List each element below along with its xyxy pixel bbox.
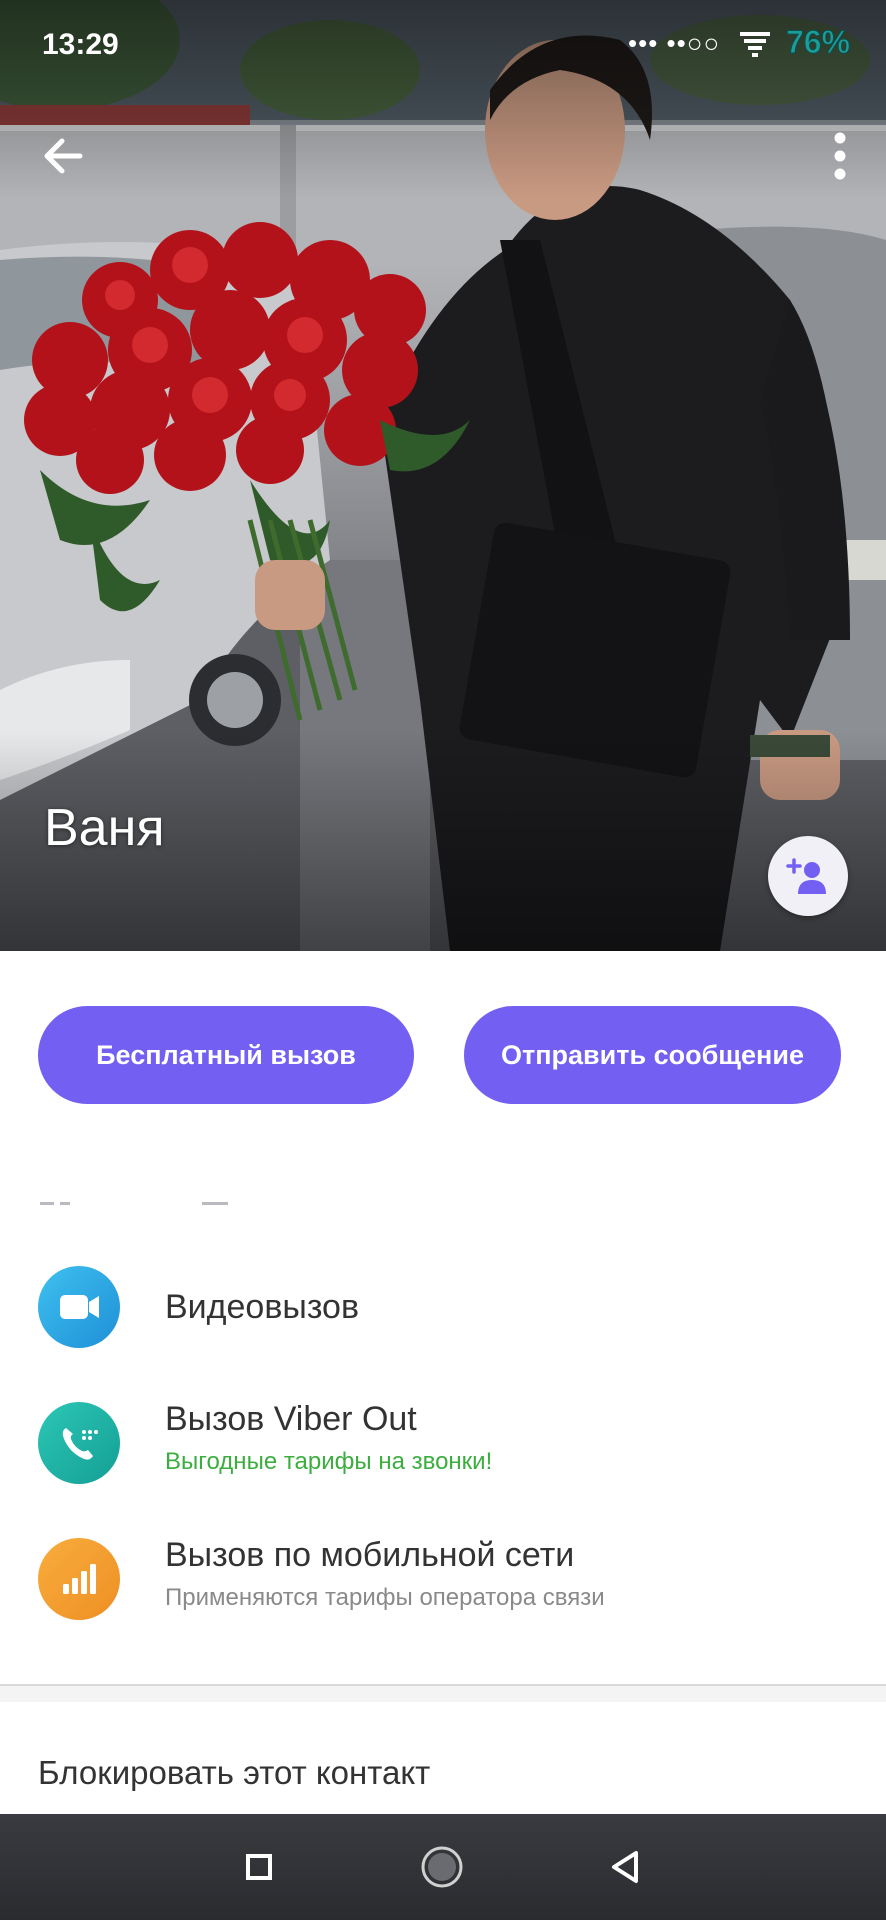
home-button[interactable] bbox=[409, 1834, 475, 1900]
system-navigation-bar bbox=[0, 1814, 886, 1920]
mobile-call-title: Вызов по мобильной сети bbox=[165, 1536, 575, 1574]
circle-icon bbox=[421, 1846, 463, 1888]
status-time: 13:29 bbox=[42, 28, 119, 61]
contact-photo-header: 13:29 ••• ••○○ 76% Ваня bbox=[0, 0, 886, 951]
wifi-icon bbox=[740, 32, 770, 57]
video-call-icon-circle bbox=[38, 1266, 120, 1348]
add-person-icon bbox=[786, 858, 826, 894]
mobile-call-row[interactable]: Вызов по мобильной сети Применяются тари… bbox=[0, 1518, 886, 1638]
mobile-call-icon-circle bbox=[38, 1538, 120, 1620]
phone-ring-icon bbox=[62, 1428, 98, 1460]
viber-out-subtitle: Выгодные тарифы на звонки! bbox=[165, 1448, 493, 1475]
more-vertical-icon bbox=[834, 132, 846, 180]
block-contact-button[interactable]: Блокировать этот контакт bbox=[38, 1754, 430, 1792]
viber-out-row[interactable]: Вызов Viber Out Выгодные тарифы на звонк… bbox=[0, 1382, 886, 1502]
square-icon bbox=[246, 1854, 272, 1880]
arrow-left-icon bbox=[44, 138, 83, 174]
battery-level: 76% bbox=[785, 24, 851, 61]
more-options-button[interactable] bbox=[820, 126, 860, 186]
free-call-button[interactable]: Бесплатный вызов bbox=[38, 1006, 414, 1104]
section-divider-band bbox=[0, 1686, 886, 1702]
recents-button[interactable] bbox=[226, 1834, 292, 1900]
nav-back-button[interactable] bbox=[592, 1834, 658, 1900]
send-message-button[interactable]: Отправить сообщение bbox=[464, 1006, 841, 1104]
video-call-title: Видеовызов bbox=[165, 1288, 360, 1326]
mobile-call-subtitle: Применяются тарифы оператора связи bbox=[165, 1584, 605, 1611]
viber-out-icon-circle bbox=[38, 1402, 120, 1484]
video-call-row[interactable]: Видеовызов bbox=[0, 1246, 886, 1366]
viber-out-title: Вызов Viber Out bbox=[165, 1400, 417, 1438]
triangle-back-icon bbox=[612, 1851, 638, 1883]
video-camera-icon bbox=[60, 1295, 99, 1319]
signal-bars-icon bbox=[63, 1564, 96, 1594]
contact-name: Ваня bbox=[44, 799, 165, 857]
back-button[interactable] bbox=[36, 128, 92, 184]
status-indicators: ••• ••○○ bbox=[628, 28, 721, 58]
clipped-text-fragment bbox=[40, 1198, 340, 1206]
add-contact-button[interactable] bbox=[768, 836, 848, 916]
status-bar: 13:29 ••• ••○○ 76% bbox=[0, 0, 886, 92]
